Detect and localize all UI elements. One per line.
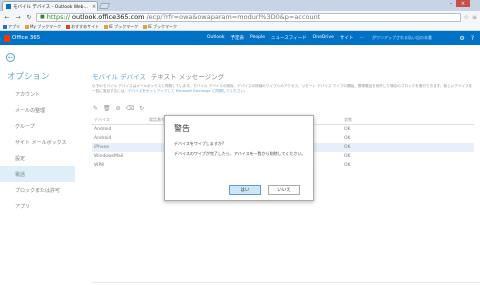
no-button[interactable]: いいえ [268, 185, 300, 195]
minimize-icon[interactable]: – [446, 0, 456, 7]
bookmarks-bar: アプリ My ブックマーク おすすめサイト IE ブックマーク IE ブックマー… [0, 23, 480, 31]
o365-app-nav: Outlook 予定表 People ニュースフィード OneDrive サイト… [207, 35, 364, 41]
bookmark-ie-1[interactable]: IE ブックマーク [104, 24, 138, 30]
o365-navbar: Office 365 Outlook 予定表 People ニュースフィード O… [0, 31, 480, 45]
url-field[interactable]: ■ https:// outlook.office365.com /ecp/?r… [36, 12, 461, 22]
nav-more[interactable]: … [359, 35, 364, 41]
browser-tab[interactable]: モバイル デバイス - Outlook Web... × [2, 1, 98, 11]
folder-icon [143, 24, 148, 29]
o365-brand-label: Office 365 [12, 35, 41, 41]
bookmark-label: IE ブックマーク [148, 23, 178, 29]
url-path: /ecp/?rfr=owa&owaparam=modurl%3D0&p=acco… [146, 13, 321, 21]
reload-icon[interactable]: ↻ [25, 13, 33, 21]
bookmark-icon [66, 24, 71, 29]
outlook-favicon-icon [6, 4, 11, 9]
bookmark-label: IE ブックマーク [109, 23, 139, 29]
url-scheme: https:// [46, 13, 71, 21]
close-window-icon[interactable]: × [456, 0, 470, 7]
user-menu[interactable]: がワンアップされる払い出の本番 [372, 35, 432, 41]
lock-icon: ■ [40, 14, 45, 20]
bookmark-label: おすすめサイト [71, 23, 100, 29]
bookmark-icon [25, 24, 29, 29]
dialog-title: 警告 [174, 124, 190, 133]
browser-tab-strip: モバイル デバイス - Outlook Web... × – × [0, 0, 480, 11]
url-host: outlook.office365.com [72, 13, 145, 21]
apps-icon [3, 24, 7, 29]
folder-icon [104, 24, 109, 29]
nav-newsfeed[interactable]: ニュースフィード [271, 35, 307, 41]
yes-button[interactable]: はい [229, 185, 261, 195]
bookmark-label: アプリ [8, 23, 20, 29]
nav-calendar[interactable]: 予定表 [231, 35, 245, 41]
back-arrow-icon[interactable]: ← [3, 13, 11, 21]
address-bar: ← → ↻ ■ https:// outlook.office365.com /… [0, 11, 480, 23]
help-icon[interactable]: ? [471, 35, 474, 42]
o365-brand[interactable]: Office 365 [0, 34, 41, 42]
nav-sites[interactable]: サイト [340, 35, 354, 41]
menu-icon[interactable]: ≡ [472, 14, 477, 21]
nav-onedrive[interactable]: OneDrive [313, 35, 334, 41]
bookmark-recommended[interactable]: おすすめサイト [66, 24, 99, 30]
nav-people[interactable]: People [250, 35, 265, 41]
dialog-message: デバイスのワイプが完了したら、アバイスを一覧から削除してください。 [174, 151, 306, 156]
office-logo-icon [4, 34, 10, 42]
gear-icon[interactable]: ⚙ [459, 35, 464, 42]
new-tab-button[interactable] [98, 3, 111, 9]
forward-arrow-icon[interactable]: → [14, 13, 22, 21]
window-controls: – × [446, 0, 470, 7]
bookmark-ie-2[interactable]: IE ブックマーク [143, 24, 177, 30]
bookmark-label: My ブックマーク [30, 23, 62, 29]
o365-top-icons: ⚙ ? [459, 35, 474, 42]
bookmark-apps[interactable]: アプリ [3, 24, 20, 30]
browser-tab-title: モバイル デバイス - Outlook Web... [13, 4, 88, 10]
dialog-question: デバイスをワイプしますか? [174, 141, 225, 146]
tab-close-icon[interactable]: × [91, 4, 97, 10]
bookmark-star-icon[interactable]: ☆ [464, 14, 469, 21]
bookmark-my[interactable]: My ブックマーク [25, 24, 61, 30]
nav-outlook[interactable]: Outlook [207, 35, 225, 41]
warning-dialog: 警告 デバイスをワイプしますか? デバイスのワイプが完了したら、アバイスを一覧か… [164, 115, 314, 201]
